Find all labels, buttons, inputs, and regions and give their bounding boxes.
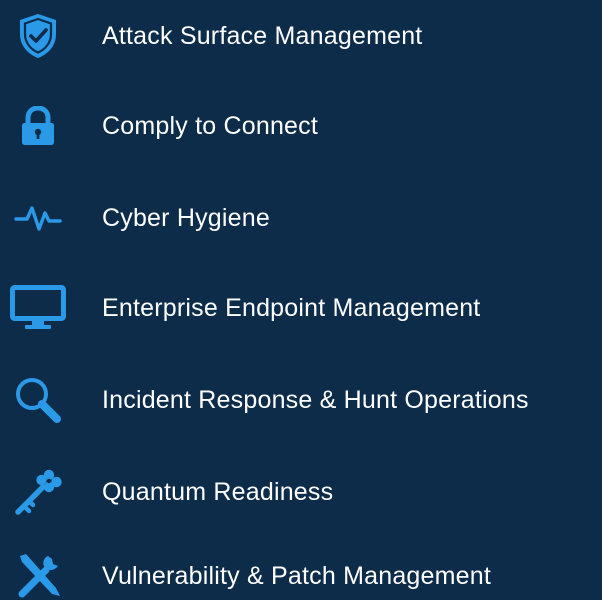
menu-item-quantum-readiness[interactable]: Quantum Readiness xyxy=(0,460,602,524)
menu-item-label: Incident Response & Hunt Operations xyxy=(102,386,529,414)
menu-item-label: Enterprise Endpoint Management xyxy=(102,294,481,322)
padlock-icon xyxy=(6,94,70,158)
menu-item-attack-surface-management[interactable]: Attack Surface Management xyxy=(0,4,602,68)
solutions-menu: Attack Surface Management Comply to Conn… xyxy=(0,0,602,600)
magnifying-glass-icon xyxy=(6,368,70,432)
shield-check-icon xyxy=(6,4,70,68)
key-icon xyxy=(6,460,70,524)
wrench-screwdriver-icon xyxy=(6,544,70,600)
pulse-heartbeat-icon xyxy=(6,186,70,250)
menu-item-vulnerability-patch-management[interactable]: Vulnerability & Patch Management xyxy=(0,544,602,600)
menu-item-comply-to-connect[interactable]: Comply to Connect xyxy=(0,94,602,158)
menu-item-label: Quantum Readiness xyxy=(102,478,334,506)
menu-item-incident-response[interactable]: Incident Response & Hunt Operations xyxy=(0,368,602,432)
menu-item-label: Comply to Connect xyxy=(102,112,318,140)
menu-item-label: Cyber Hygiene xyxy=(102,204,270,232)
menu-item-label: Vulnerability & Patch Management xyxy=(102,562,492,590)
menu-item-cyber-hygiene[interactable]: Cyber Hygiene xyxy=(0,186,602,250)
desktop-monitor-icon xyxy=(6,276,70,340)
menu-item-enterprise-endpoint-management[interactable]: Enterprise Endpoint Management xyxy=(0,276,602,340)
menu-item-label: Attack Surface Management xyxy=(102,22,423,50)
